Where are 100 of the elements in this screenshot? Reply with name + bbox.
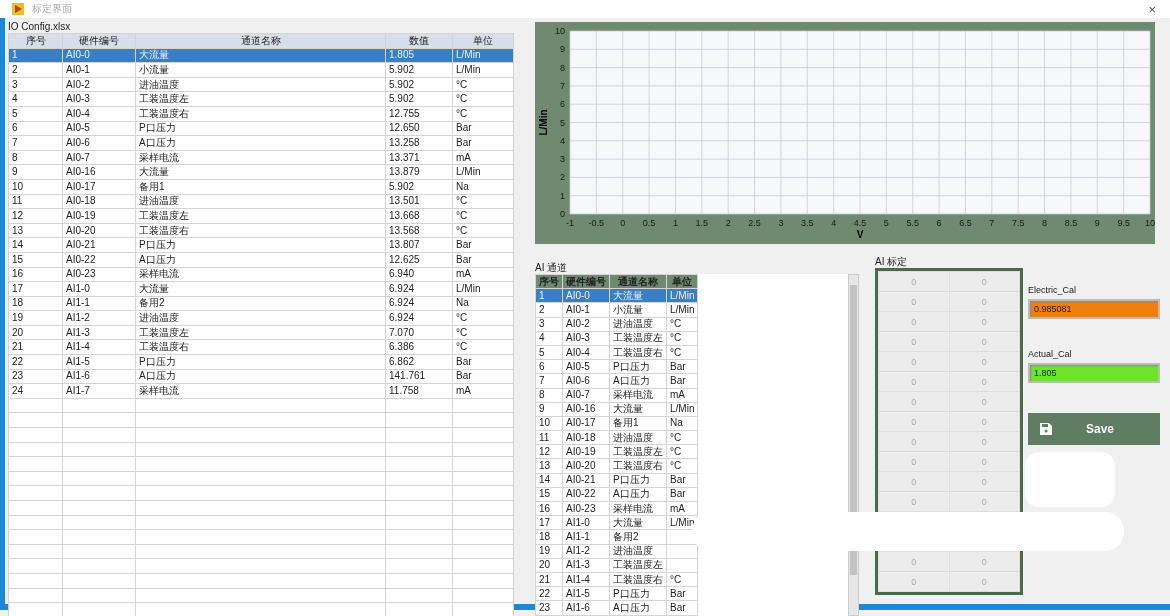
table-cell: 12.650	[385, 121, 453, 136]
table-cell: 13.258	[385, 135, 453, 151]
table-row[interactable]: 12 AI0-19 工装温度左 13.668 °C	[8, 208, 514, 224]
table-row[interactable]: 15 AI0-22 A口压力 12.625 Bar	[8, 252, 514, 267]
table-cell: 工装温度左	[135, 325, 386, 340]
tick-label: 8	[1042, 218, 1048, 228]
table-row[interactable]: 20 AI1-3 工装温度左 7.070 °C	[8, 325, 514, 340]
table-row[interactable]: 9 AI0-16 大流量 13.879 L/Min	[8, 164, 514, 180]
tick-label: 10	[555, 26, 565, 36]
save-button[interactable]: Save	[1028, 413, 1160, 445]
table-cell: 13.807	[385, 237, 453, 253]
table-row[interactable]: 4 AI0-3 工装温度左 5.902 °C	[8, 91, 514, 107]
table-row[interactable]: 16 AI0-23 采样电流 6.940 mA	[8, 267, 514, 282]
value-field[interactable]: 0.985081	[1028, 299, 1160, 319]
table-cell: 6.862	[385, 354, 453, 370]
table-cell: AI0-20	[62, 223, 136, 238]
table-cell: AI0-17	[62, 179, 136, 195]
table-row[interactable]: 19 AI1-2 进油温度 6.924 °C	[8, 310, 514, 326]
table-cell: 5	[8, 106, 63, 122]
table-cell: Bar	[452, 237, 514, 253]
table-cell: 24	[8, 383, 63, 399]
table-cell: 8	[8, 150, 63, 165]
table-cell: L/Min	[666, 288, 698, 303]
table-row[interactable]: 10 AI0-17 备用1 5.902 Na	[8, 179, 514, 195]
table-cell: AI0-21	[62, 237, 136, 253]
column-header[interactable]: 单位	[666, 274, 698, 289]
close-button[interactable]: ×	[1148, 1, 1156, 17]
column-header[interactable]: 通道名称	[135, 33, 386, 49]
column-header[interactable]: 硬件编号	[562, 274, 610, 289]
table-row[interactable]: 6 AI0-5 P口压力 12.650 Bar	[8, 121, 514, 136]
tick-label: 2	[560, 172, 565, 183]
axis-title: L/Min	[538, 109, 549, 136]
table-row[interactable]: 8 AI0-7 采样电流 13.371 mA	[8, 150, 514, 165]
table-row[interactable]: 7 AI0-6 A口压力 Bar	[535, 373, 698, 388]
table-cell: AI0-7	[62, 150, 136, 165]
column-header[interactable]: 序号	[535, 274, 563, 289]
table-row[interactable]: 22 AI1-5 P口压力 6.862 Bar	[8, 354, 514, 370]
column-header[interactable]: 硬件编号	[62, 33, 136, 49]
table-cell: 13.879	[385, 164, 453, 180]
table-cell: AI1-1	[62, 296, 136, 311]
table-cell: AI0-3	[62, 91, 136, 107]
table-row[interactable]: 11 AI0-18 进油温度 °C	[535, 430, 698, 445]
table-cell: 9	[8, 164, 63, 180]
table-row[interactable]: 18 AI1-1 备用2 6.924 Na	[8, 296, 514, 311]
column-header[interactable]: 单位	[452, 33, 514, 49]
table-row[interactable]: 4 AI0-3 工装温度左 °C	[535, 331, 698, 346]
table-cell: AI0-5	[62, 121, 136, 136]
table-row[interactable]: 2 AI0-1 小流量 5.902 L/Min	[8, 62, 514, 78]
table-row[interactable]: 17 AI1-0 大流量 6.924 L/Min	[8, 281, 514, 297]
tick-label: 6	[936, 218, 942, 228]
table-row[interactable]: 6 AI0-5 P口压力 Bar	[535, 359, 698, 374]
table-row[interactable]: 13 AI0-20 工装温度右 13.568 °C	[8, 223, 514, 238]
table-row[interactable]: 16 AI0-23 采样电流 mA	[535, 501, 698, 516]
table-row[interactable]: 20 AI1-3 工装温度左	[535, 558, 698, 573]
tick-label: 8.5	[1064, 218, 1078, 228]
table-row[interactable]: 23 AI1-6 A口压力 Bar	[535, 600, 698, 615]
table-row[interactable]: 5 AI0-4 工装温度右 °C	[535, 345, 698, 360]
table-cell: 5.902	[385, 91, 453, 107]
table-cell: mA	[452, 383, 514, 399]
column-header[interactable]: 数值	[385, 33, 453, 49]
tick-label: 1.5	[695, 218, 709, 228]
table-row[interactable]: 21 AI1-4 工装温度右 °C	[535, 572, 698, 587]
table-row[interactable]: 8 AI0-7 采样电流 mA	[535, 388, 698, 403]
table-cell: 2	[8, 62, 63, 78]
column-header[interactable]: 通道名称	[609, 274, 667, 289]
table-row[interactable]: 3 AI0-2 进油温度 °C	[535, 317, 698, 332]
table-cell: 5.902	[385, 179, 453, 195]
table-row[interactable]: 3 AI0-2 进油温度 5.902 °C	[8, 77, 514, 92]
table-row[interactable]: 11 AI0-18 进油温度 13.501 °C	[8, 194, 514, 209]
table-row[interactable]: 2 AI0-1 小流量 L/Min	[535, 302, 698, 318]
app-icon	[12, 3, 24, 15]
table-row[interactable]: 24 AI1-7 采样电流 11.758 mA	[8, 383, 514, 399]
table-row[interactable]: 14 AI0-21 P口压力 13.807 Bar	[8, 237, 514, 253]
tick-label: 0	[560, 209, 565, 219]
table-cell: AI0-1	[62, 62, 136, 78]
table-row[interactable]: 9 AI0-16 大流量 L/Min	[535, 402, 698, 417]
table-row[interactable]: 12 AI0-19 工装温度左 °C	[535, 444, 698, 459]
table-row[interactable]: 23 AI1-6 A口压力 141.761 Bar	[8, 369, 514, 384]
column-header[interactable]: 序号	[8, 33, 63, 49]
tick-label: 0	[620, 218, 626, 228]
table-row[interactable]: 13 AI0-20 工装温度右 °C	[535, 458, 698, 474]
table-row[interactable]: 15 AI0-22 A口压力 Bar	[535, 487, 698, 502]
table-cell: 12	[8, 208, 63, 224]
table-cell: 13.568	[385, 223, 453, 238]
tick-label: 8	[560, 62, 565, 73]
table-cell: 23	[8, 369, 63, 384]
table-row[interactable]: 22 AI1-5 P口压力 Bar	[535, 586, 698, 601]
table-row[interactable]: 14 AI0-21 P口压力 Bar	[535, 473, 698, 488]
table-row[interactable]: 7 AI0-6 A口压力 13.258 Bar	[8, 135, 514, 151]
table-cell: 1	[8, 48, 63, 63]
tick-label: 1	[672, 218, 678, 228]
table-row[interactable]: 10 AI0-17 备用1 Na	[535, 416, 698, 431]
table-row[interactable]: 21 AI1-4 工装温度右 6.386 °C	[8, 339, 514, 355]
value-field[interactable]: 1.805	[1028, 363, 1160, 383]
table-row[interactable]: 5 AI0-4 工装温度右 12.755 °C	[8, 106, 514, 122]
table-cell: 3	[8, 77, 63, 92]
field-label: Electric_Cal	[1028, 285, 1077, 297]
field-label: Actual_Cal	[1028, 349, 1073, 361]
table-row[interactable]: 19 AI1-2 进油温度	[535, 544, 698, 559]
tick-label: -1	[566, 218, 574, 228]
